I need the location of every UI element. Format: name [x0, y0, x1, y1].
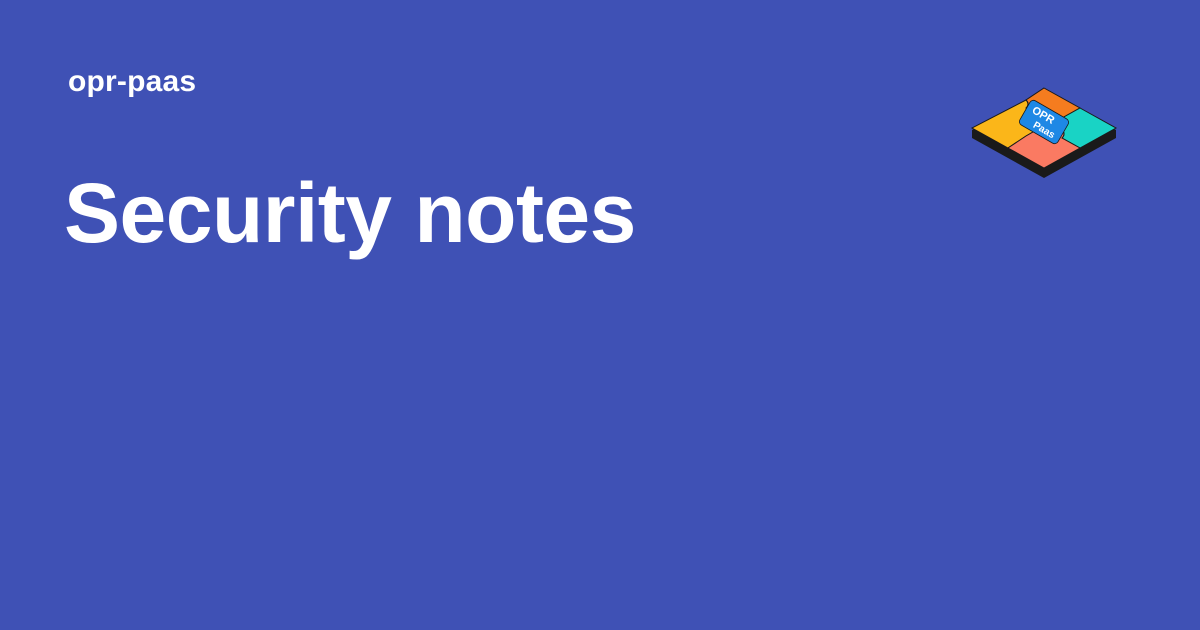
- site-name[interactable]: opr-paas: [68, 62, 196, 102]
- page-title: Security notes: [64, 166, 636, 260]
- puzzle-logo-icon: OPR Paas: [970, 87, 1118, 178]
